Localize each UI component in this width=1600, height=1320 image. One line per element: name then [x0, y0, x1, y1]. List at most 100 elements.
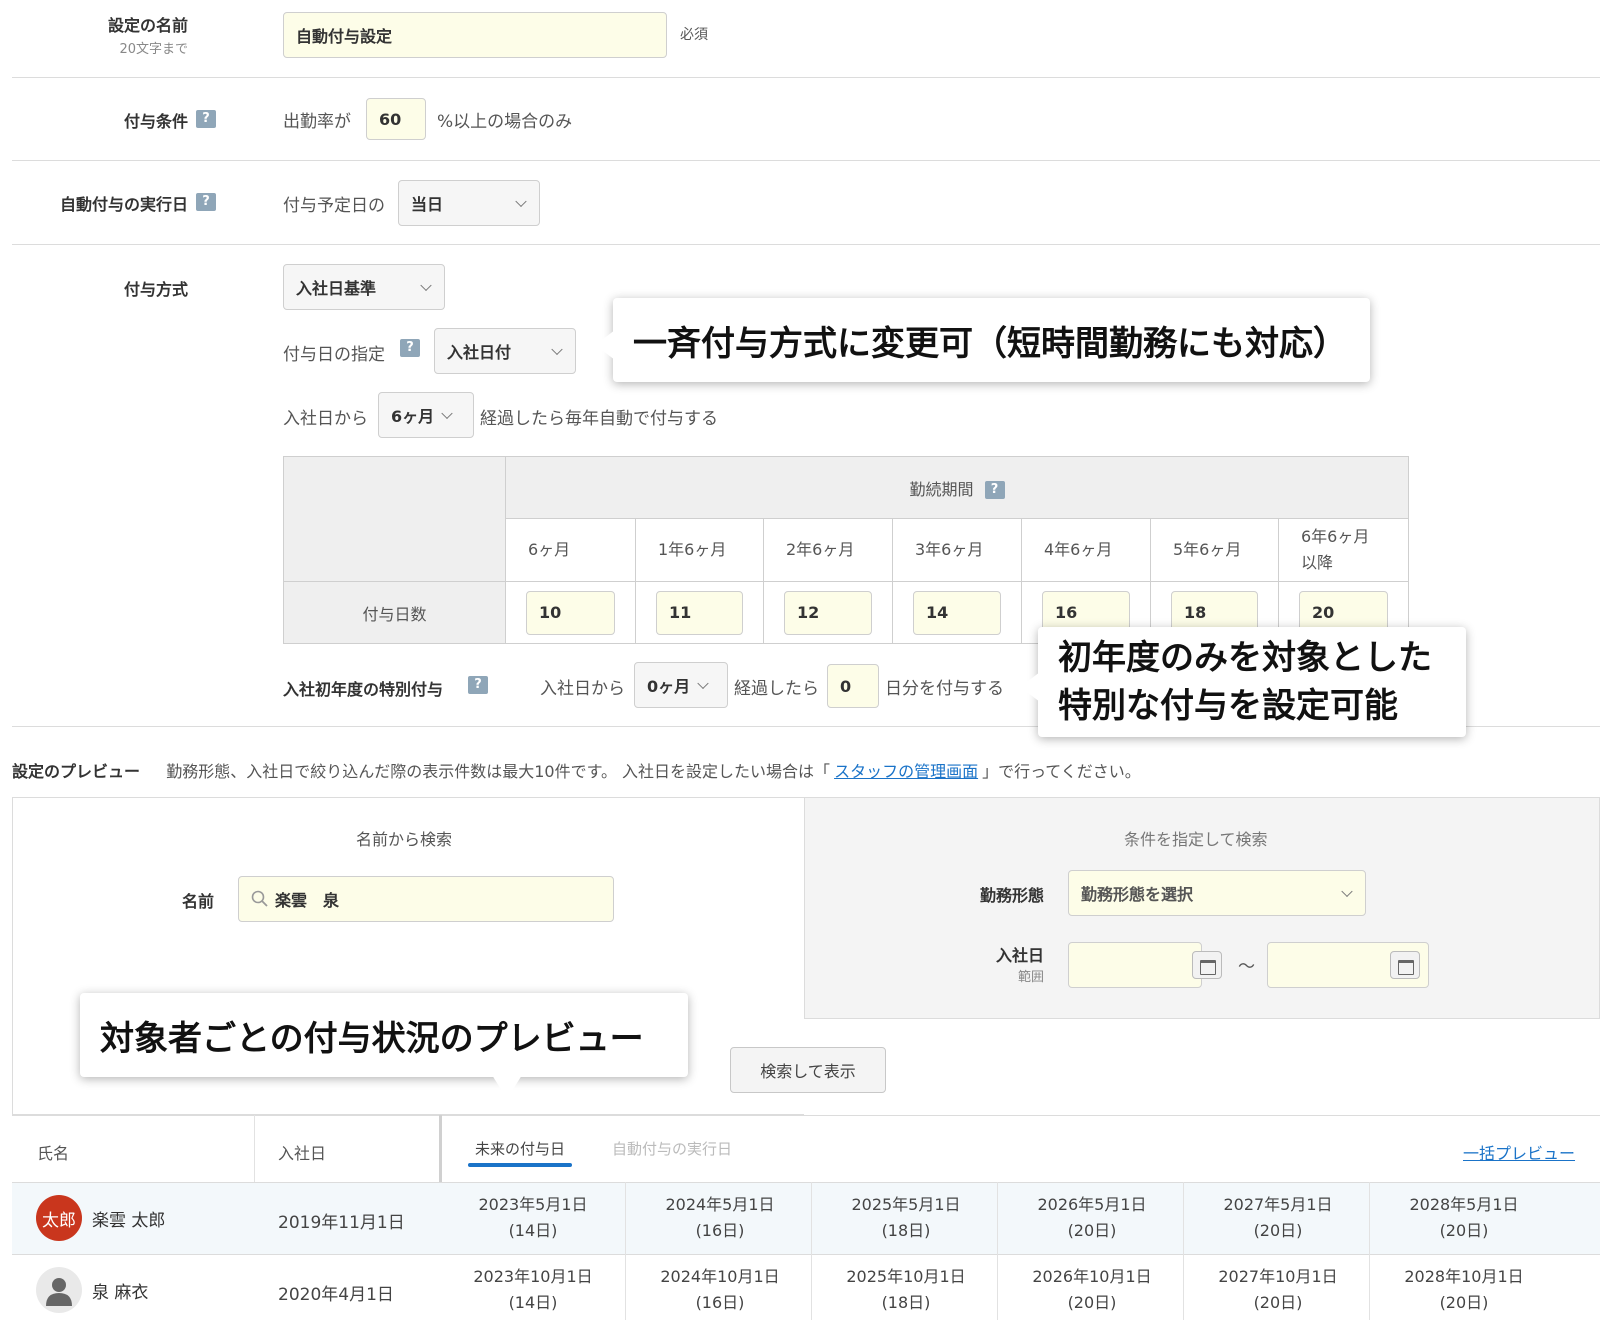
calendar-icon[interactable] [1390, 951, 1420, 979]
special-days-input[interactable]: 0 [827, 664, 879, 708]
method-select[interactable]: 入社日基準 [283, 264, 445, 310]
tab-future-dates[interactable]: 未来の付与日 [475, 1138, 565, 1159]
callout-pointer [595, 330, 615, 360]
grant-date-cell: 2025年5月1日 (18日) [851, 1195, 961, 1240]
grant-date-cell: 2028年10月1日 (20日) [1404, 1267, 1524, 1312]
search-display-button[interactable]: 検索して表示 [730, 1047, 886, 1093]
help-icon[interactable]: ? [196, 110, 216, 128]
divider [811, 1254, 812, 1320]
grant-days-cell: 11 [635, 581, 764, 644]
attendance-rate-input[interactable]: 60 [366, 98, 426, 140]
method-value: 入社日基準 [296, 279, 377, 298]
tilde: ～ [1238, 957, 1255, 977]
col-name-header: 氏名 [37, 1144, 70, 1163]
method-label: 付与方式 [123, 280, 188, 299]
divider [625, 1254, 626, 1320]
condition-suffix: %以上の場合のみ [437, 112, 573, 132]
callout-pointer [1020, 672, 1040, 702]
join-date: 2020年4月1日 [278, 1285, 394, 1305]
callout-preview: 対象者ごとの付与状況のプレビュー [80, 993, 688, 1077]
staff-name: 楽雲 太郎 [92, 1211, 166, 1231]
grant-date-select[interactable]: 入社日付 [434, 328, 576, 374]
setting-name-input[interactable]: 自動付与設定 [283, 12, 667, 58]
exec-day-select[interactable]: 当日 [398, 180, 540, 226]
after-months-select[interactable]: 6ヶ月 [378, 392, 474, 438]
chevron-down-icon [420, 279, 432, 292]
special-grant-label: 入社初年度の特別付与 [283, 680, 444, 699]
name-label: 名前 [181, 892, 214, 911]
preview-title: 設定のプレビュー [12, 762, 141, 781]
work-type-select[interactable]: 勤務形態を選択 [1068, 870, 1366, 916]
tenure-header: 勤続期間 ? [505, 456, 1409, 519]
divider [811, 1182, 812, 1254]
grant-days-input[interactable]: 11 [656, 590, 743, 635]
grant-days-cell: 14 [892, 581, 1022, 644]
special-months-value: 0ヶ月 [647, 677, 691, 696]
exec-day-value: 当日 [411, 195, 444, 214]
divider [997, 1182, 998, 1254]
grant-days-input[interactable]: 14 [913, 590, 1001, 635]
preview-desc-end: 」で行ってください。 [982, 762, 1141, 781]
callout-first-year: 初年度のみを対象とした 特別な付与を設定可能 [1038, 627, 1466, 737]
condition-label: 付与条件 [123, 112, 188, 131]
setting-name-label: 設定の名前 [107, 16, 188, 35]
tenure-period: 4年6ヶ月 [1021, 518, 1151, 582]
name-search-input[interactable]: 楽雲 泉 [238, 876, 614, 922]
help-icon[interactable]: ? [984, 481, 1005, 499]
col-join-header: 入社日 [278, 1144, 327, 1163]
divider [1369, 1182, 1370, 1254]
grant-table: 勤続期間 ? 6ヶ月 1年6ヶ月 2年6ヶ月 3年6ヶ月 4年6ヶ月 5年6ヶ月 6年6ヶ月… [283, 456, 1409, 644]
divider [1183, 1182, 1184, 1254]
divider [997, 1254, 998, 1320]
grant-date-cell: 2024年5月1日 (16日) [665, 1195, 775, 1240]
help-icon[interactable]: ? [468, 676, 488, 694]
divider [1369, 1254, 1370, 1320]
chevron-down-icon [1341, 885, 1353, 898]
tenure-header-text: 勤続期間 [909, 479, 974, 499]
chevron-down-icon [697, 677, 709, 690]
search-icon [251, 890, 268, 907]
avatar: 太郎 [36, 1195, 82, 1241]
grant-date-value: 入社日付 [447, 343, 512, 362]
tab-active-underline [468, 1163, 572, 1167]
grant-date-cell: 2026年10月1日 (20日) [1032, 1267, 1152, 1312]
special-months-select[interactable]: 0ヶ月 [634, 662, 728, 708]
special-days-value: 0 [840, 676, 852, 696]
help-icon[interactable]: ? [196, 193, 216, 211]
special-mid: 経過したら [734, 679, 819, 699]
tenure-period: 5年6ヶ月 [1150, 518, 1279, 582]
setting-name-value: 自動付与設定 [296, 27, 393, 46]
chevron-down-icon [515, 195, 527, 208]
grant-date-cell: 2026年5月1日 (20日) [1037, 1195, 1147, 1240]
join-date-from-input[interactable] [1068, 942, 1202, 988]
divider [1183, 1254, 1184, 1320]
help-icon[interactable]: ? [400, 339, 420, 357]
staff-admin-link[interactable]: スタッフの管理画面 [834, 762, 978, 781]
exec-day-label: 自動付与の実行日 [59, 195, 188, 214]
join-date-label: 入社日 [995, 946, 1044, 965]
grant-days-label: 付与日数 [283, 581, 506, 644]
grant-date-cell: 2023年10月1日 (14日) [473, 1267, 593, 1312]
bulk-preview-link[interactable]: 一括プレビュー [1463, 1140, 1575, 1164]
grant-days-input[interactable]: 12 [784, 590, 872, 635]
grant-days-cell: 10 [505, 581, 636, 644]
preview-description: 設定のプレビュー 勤務形態、入社日で絞り込んだ際の表示件数は最大10件です。 入… [12, 758, 1141, 782]
special-prefix: 入社日から [540, 679, 625, 699]
grant-days-input[interactable]: 10 [526, 590, 615, 635]
calendar-icon[interactable] [1192, 951, 1222, 979]
staff-name: 泉 麻衣 [92, 1283, 149, 1303]
grant-date-cell: 2027年5月1日 (20日) [1223, 1195, 1333, 1240]
work-type-label: 勤務形態 [979, 886, 1044, 905]
tab-exec-dates[interactable]: 自動付与の実行日 [612, 1138, 732, 1159]
tenure-period: 6ヶ月 [505, 518, 636, 582]
callout-pointer [492, 1075, 522, 1099]
condition-search-title: 条件を指定して検索 [1124, 830, 1268, 849]
table-corner [283, 456, 506, 582]
grant-date-cell: 2028年5月1日 (20日) [1409, 1195, 1519, 1240]
grant-date-cell: 2024年10月1日 (16日) [660, 1267, 780, 1312]
tenure-period: 6年6ヶ月 以降 [1278, 518, 1409, 582]
join-date: 2019年11月1日 [278, 1213, 405, 1233]
after-months-value: 6ヶ月 [391, 407, 435, 426]
callout-first-year-line1: 初年度のみを対象とした [1058, 638, 1432, 678]
tenure-period: 3年6ヶ月 [892, 518, 1022, 582]
